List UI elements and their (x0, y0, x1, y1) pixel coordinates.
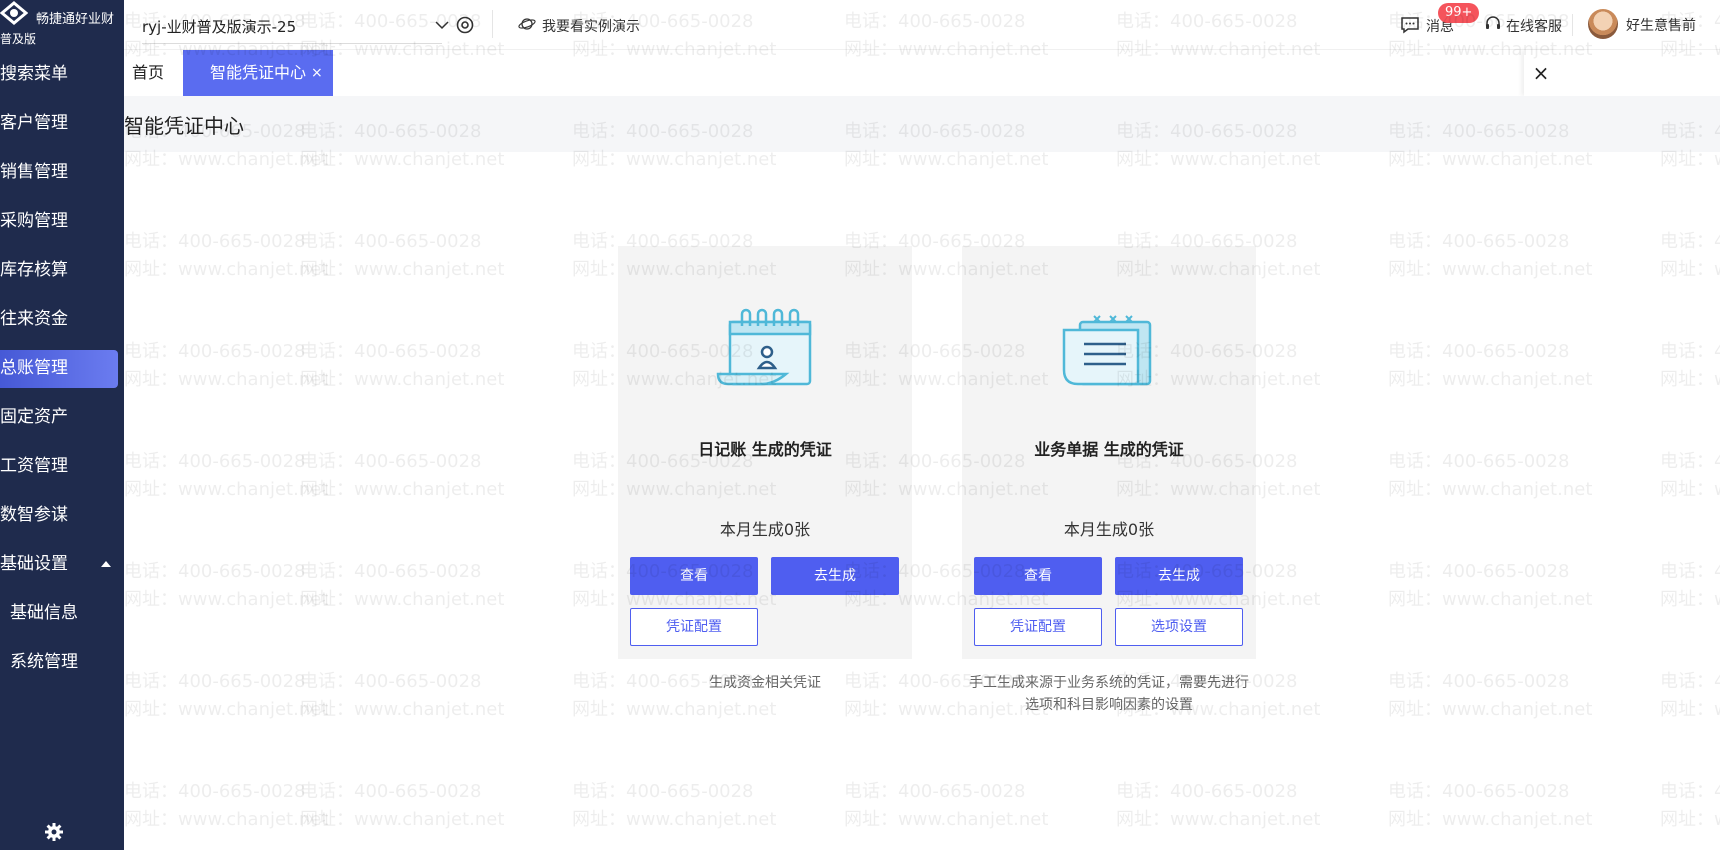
messages-badge: 99+ (1438, 3, 1480, 23)
sidebar-item-basic-settings[interactable]: 基础设置 (0, 540, 124, 589)
card-count: 本月生成0张 (1063, 520, 1155, 539)
username[interactable]: 好生意售前 (1626, 15, 1696, 35)
sidebar-item-label: 总账管理 (0, 358, 68, 378)
message-icon (1401, 17, 1419, 34)
tab-label: 智能凭证中心 (210, 63, 307, 82)
card-title: 业务单据 生成的凭证 (1034, 440, 1184, 459)
sidebar-item-label: 基础设置 (0, 554, 68, 574)
sidebar-item-purchasing[interactable]: 采购管理 (0, 197, 124, 246)
brand-logo-icon (0, 1, 28, 25)
chevron-down-icon (435, 21, 449, 30)
sidebar-item-label: 销售管理 (0, 162, 68, 182)
close-all-tabs-icon[interactable]: × (1524, 50, 1558, 96)
sidebar-item-analytics[interactable]: 数智参谋 (0, 491, 124, 540)
sidebar-item-label: 搜索菜单 (0, 64, 68, 84)
top-header: ryj-业财普及版演示-25 我要看实例演示 消息 99+ 在线客服 好生意售前 (124, 0, 1720, 50)
messages-button[interactable]: 消息 99+ (1400, 3, 1490, 39)
sidebar-item-payroll[interactable]: 工资管理 (0, 442, 124, 491)
sidebar-menu: 搜索菜单 客户管理 销售管理 采购管理 库存核算 往来资金 总账管理 固定资产 … (0, 50, 124, 687)
online-service-label: 在线客服 (1506, 19, 1562, 35)
tab-home[interactable]: 首页 (124, 50, 182, 96)
sidebar-item-label: 采购管理 (0, 211, 68, 231)
card-description: 手工生成来源于业务系统的凭证，需要先进行 选项和科目影响因素的设置 (948, 672, 1270, 716)
planet-icon (518, 18, 536, 30)
sidebar-item-label: 库存核算 (0, 260, 68, 280)
card-description: 生成资金相关凭证 (618, 672, 912, 694)
caret-up-icon (101, 561, 111, 567)
divider (1572, 14, 1573, 36)
voucher-card-business-docs: 业务单据 生成的凭证 本月生成0张 查看 去生成 凭证配置 选项设置 (962, 246, 1256, 659)
sidebar-item-general-ledger[interactable]: 总账管理 (0, 344, 124, 393)
calendar-illustration-icon (716, 308, 812, 386)
description-line: 手工生成来源于业务系统的凭证，需要先进行 (969, 675, 1249, 691)
description-line: 选项和科目影响因素的设置 (1025, 697, 1193, 713)
brand-edition: 普及版 (0, 32, 37, 46)
voucher-config-button[interactable]: 凭证配置 (630, 608, 758, 646)
avatar[interactable] (1588, 9, 1618, 39)
account-name: ryj-业财普及版演示-25 (142, 18, 297, 36)
sidebar-item-funds[interactable]: 往来资金 (0, 295, 124, 344)
generate-button[interactable]: 去生成 (1115, 557, 1243, 595)
sidebar-item-basic-info[interactable]: 基础信息 (0, 589, 124, 638)
divider (492, 10, 493, 38)
options-settings-button[interactable]: 选项设置 (1115, 608, 1243, 646)
document-illustration-icon (1062, 315, 1152, 386)
card-count: 本月生成0张 (719, 520, 811, 539)
card-title: 日记账 生成的凭证 (698, 440, 832, 459)
headset-icon (1486, 16, 1500, 29)
sidebar-item-label: 往来资金 (0, 309, 68, 329)
sidebar-item-label: 基础信息 (10, 603, 78, 623)
sidebar-item-inventory[interactable]: 库存核算 (0, 246, 124, 295)
brand-name: 畅捷通好业财 (36, 12, 115, 27)
demo-link-label: 我要看实例演示 (542, 19, 640, 35)
description-line: 生成资金相关凭证 (709, 675, 821, 691)
sidebar-item-label: 工资管理 (0, 456, 68, 476)
voucher-config-button[interactable]: 凭证配置 (974, 608, 1102, 646)
page-title: 智能凭证中心 (124, 114, 244, 138)
sidebar-item-customers[interactable]: 客户管理 (0, 99, 124, 148)
sidebar-item-fixed-assets[interactable]: 固定资产 (0, 393, 124, 442)
view-button[interactable]: 查看 (630, 557, 758, 595)
sidebar: 畅捷通好业财 普及版 搜索菜单 客户管理 销售管理 采购管理 库存核算 往来资金… (0, 0, 124, 850)
settings-gear-icon[interactable] (454, 14, 476, 36)
generate-button[interactable]: 去生成 (771, 557, 899, 595)
sidebar-item-label: 固定资产 (0, 407, 68, 427)
sidebar-item-sales[interactable]: 销售管理 (0, 148, 124, 197)
main-content (124, 152, 1720, 850)
tab-close-icon[interactable]: × (311, 50, 323, 96)
gear-icon[interactable] (44, 822, 64, 842)
page-header: 智能凭证中心 (124, 96, 1720, 152)
sidebar-item-label: 系统管理 (10, 652, 78, 672)
voucher-card-journal: 日记账 生成的凭证 本月生成0张 查看 去生成 凭证配置 (618, 246, 912, 659)
account-selector[interactable]: ryj-业财普及版演示-25 (142, 12, 449, 44)
tab-bar: 首页 智能凭证中心 × × (124, 50, 1720, 96)
sidebar-item-label: 客户管理 (0, 113, 68, 133)
sidebar-item-label: 数智参谋 (0, 505, 68, 525)
sidebar-item-search-menu[interactable]: 搜索菜单 (0, 50, 124, 99)
view-button[interactable]: 查看 (974, 557, 1102, 595)
tab-smart-voucher-center[interactable]: 智能凭证中心 × (183, 50, 333, 96)
app-logo[interactable]: 畅捷通好业财 普及版 (0, 0, 124, 50)
sidebar-item-system-management[interactable]: 系统管理 (0, 638, 124, 687)
